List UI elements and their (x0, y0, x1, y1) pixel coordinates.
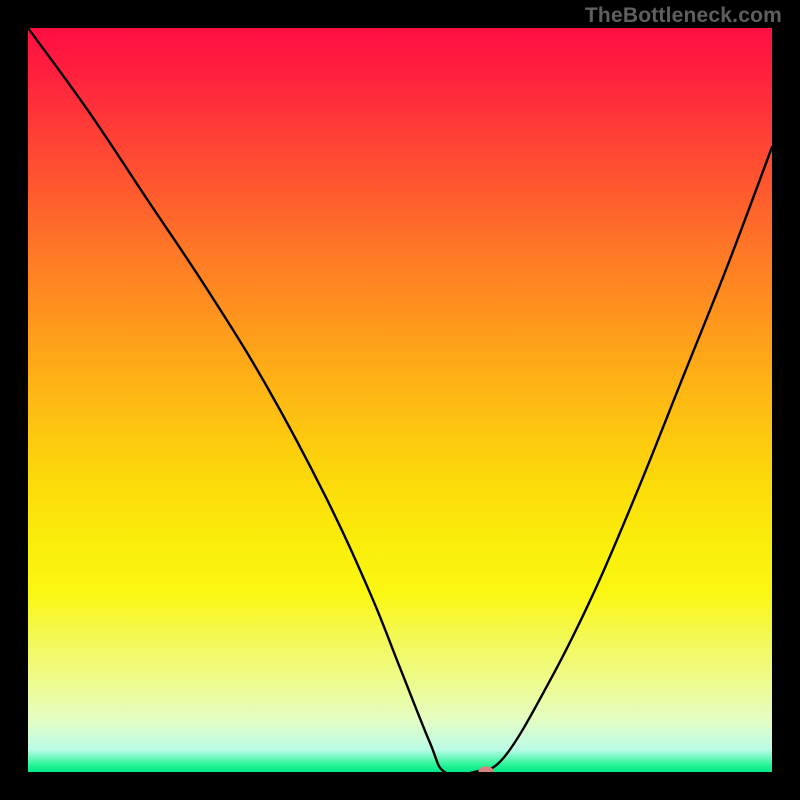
chart-frame: TheBottleneck.com (0, 0, 800, 800)
plot-area (28, 28, 772, 772)
bottleneck-curve (28, 28, 772, 772)
watermark-text: TheBottleneck.com (585, 4, 782, 28)
min-point-marker (478, 767, 493, 773)
